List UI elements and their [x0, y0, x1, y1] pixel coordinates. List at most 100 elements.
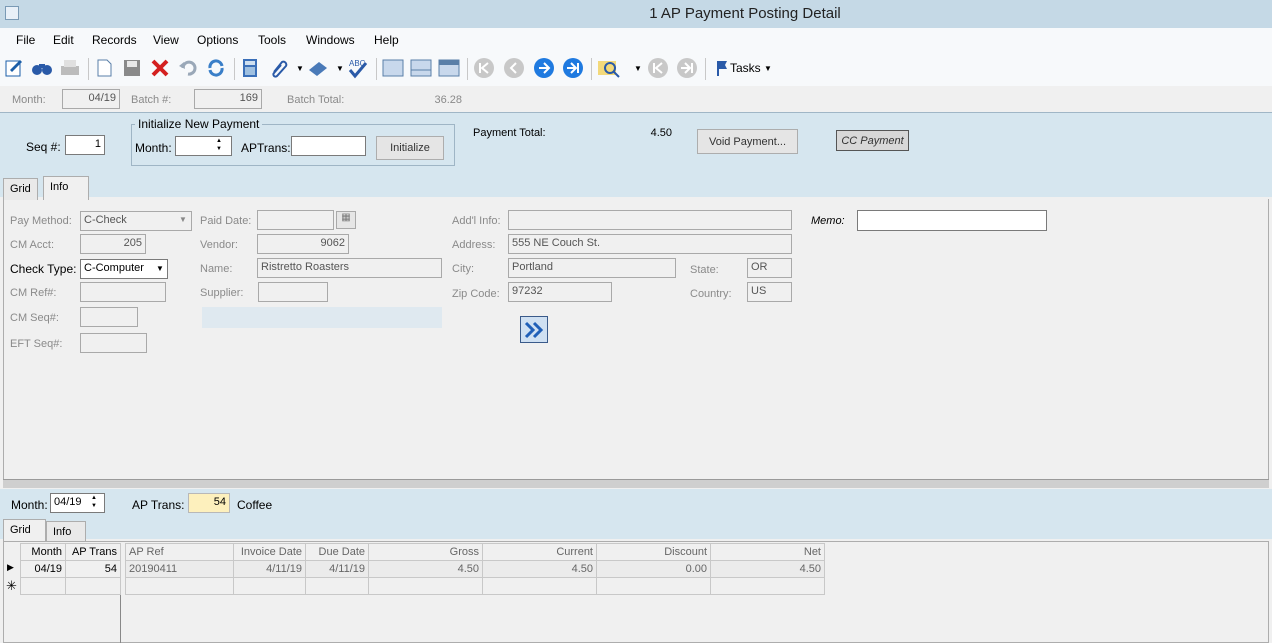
col-month-header[interactable]: Month: [20, 543, 66, 561]
address-field[interactable]: 555 NE Couch St.: [508, 234, 792, 254]
memo-label: Memo:: [811, 215, 845, 227]
tab-grid-bottom[interactable]: Grid: [3, 519, 46, 543]
lower-aptrans-field[interactable]: 54: [188, 493, 230, 513]
col-invoice-date-header[interactable]: Invoice Date: [233, 543, 306, 561]
cell-discount[interactable]: 0.00: [596, 560, 711, 578]
new-record-icon[interactable]: [92, 56, 116, 80]
cm-ref-label: CM Ref#:: [10, 287, 57, 299]
first-record-icon[interactable]: [472, 56, 496, 80]
col-aptrans-header[interactable]: AP Trans: [65, 543, 121, 561]
cell-due-date[interactable]: 4/11/19: [305, 560, 369, 578]
menu-tools[interactable]: Tools: [258, 33, 286, 47]
col-apref-header[interactable]: AP Ref: [125, 543, 234, 561]
col-net-header[interactable]: Net: [710, 543, 825, 561]
delete-icon[interactable]: [148, 56, 172, 80]
col-due-date-header[interactable]: Due Date: [305, 543, 369, 561]
save-icon[interactable]: [120, 56, 144, 80]
memo-field[interactable]: [857, 210, 1047, 231]
new-table-row[interactable]: [125, 577, 825, 595]
cm-ref-field[interactable]: [80, 282, 166, 302]
vendor-field[interactable]: 9062: [257, 234, 349, 254]
menu-help[interactable]: Help: [374, 33, 399, 47]
layout-single-icon[interactable]: [381, 56, 405, 80]
col-gross-header[interactable]: Gross: [368, 543, 483, 561]
table-row[interactable]: 04/19 54: [20, 560, 121, 578]
menu-file[interactable]: File: [16, 33, 35, 47]
double-chevron-right-icon[interactable]: [520, 316, 548, 343]
cell-current[interactable]: 4.50: [482, 560, 597, 578]
cell-gross[interactable]: 4.50: [368, 560, 483, 578]
pay-method-select[interactable]: C-Check: [80, 211, 192, 231]
lookup-icon[interactable]: [597, 56, 621, 80]
initialize-group-title: Initialize New Payment: [135, 117, 263, 131]
printer-icon[interactable]: [58, 56, 82, 80]
name-field[interactable]: Ristretto Roasters: [257, 258, 442, 278]
paid-date-field[interactable]: [257, 210, 334, 230]
undo-icon[interactable]: [176, 56, 200, 80]
cell-aptrans[interactable]: 54: [65, 560, 121, 578]
cell-apref[interactable]: 20190411: [125, 560, 234, 578]
batch-field[interactable]: 169: [194, 89, 262, 109]
calendar-icon[interactable]: ▦: [336, 211, 356, 229]
tab-info-top[interactable]: Info: [43, 176, 89, 200]
zip-field[interactable]: 97232: [508, 282, 612, 302]
supplier-field[interactable]: [258, 282, 328, 302]
toolbar: ▼ ▼ ABC ▼ Tasks ▼: [0, 52, 1272, 86]
init-aptrans-field[interactable]: [291, 136, 366, 156]
table-row[interactable]: 20190411 4/11/19 4/11/19 4.50 4.50 0.00 …: [125, 560, 825, 578]
cell-month[interactable]: 04/19: [20, 560, 66, 578]
chevron-down-icon: ▼: [179, 215, 187, 224]
spellcheck-icon[interactable]: ABC: [346, 56, 370, 80]
next-record-icon[interactable]: [532, 56, 556, 80]
previous-record-icon[interactable]: [502, 56, 526, 80]
cm-seq-label: CM Seq#:: [10, 312, 59, 324]
menu-records[interactable]: Records: [92, 33, 137, 47]
country-field[interactable]: US: [747, 282, 792, 302]
cm-seq-field[interactable]: [80, 307, 138, 327]
city-field[interactable]: Portland: [508, 258, 676, 278]
last-record-icon[interactable]: [561, 56, 585, 80]
cell-invoice-date[interactable]: 4/11/19: [233, 560, 306, 578]
calculator-icon[interactable]: [238, 56, 262, 80]
scanner-icon[interactable]: [306, 56, 330, 80]
tab-grid-top[interactable]: Grid: [3, 178, 38, 200]
addl-info-field[interactable]: [508, 210, 792, 230]
col-current-header[interactable]: Current: [482, 543, 597, 561]
state-field[interactable]: OR: [747, 258, 792, 278]
init-month-spinner[interactable]: [175, 136, 232, 156]
void-payment-button[interactable]: Void Payment...: [697, 129, 798, 154]
menu-options[interactable]: Options: [197, 33, 238, 47]
cm-acct-field[interactable]: 205: [80, 234, 146, 254]
menu-windows[interactable]: Windows: [306, 33, 355, 47]
attachment-icon[interactable]: [266, 56, 290, 80]
refresh-icon[interactable]: [204, 56, 228, 80]
spinner-arrows-icon[interactable]: ▲ ▼: [91, 494, 97, 510]
layout-top-icon[interactable]: [437, 56, 461, 80]
tasks-menu[interactable]: Tasks: [730, 61, 761, 75]
month-label: Month:: [12, 94, 46, 106]
menu-view[interactable]: View: [153, 33, 179, 47]
initialize-button[interactable]: Initialize: [376, 136, 444, 160]
binoculars-icon[interactable]: [30, 56, 54, 80]
new-table-row[interactable]: [20, 577, 121, 595]
cc-payment-button[interactable]: CC Payment: [836, 130, 909, 151]
splitter[interactable]: [3, 479, 1269, 488]
month-field[interactable]: 04/19: [62, 89, 120, 109]
detail-grid: AP Ref Invoice Date Due Date Gross Curre…: [125, 543, 825, 595]
col-discount-header[interactable]: Discount: [596, 543, 711, 561]
eft-seq-field[interactable]: [80, 333, 147, 353]
batch-total-value: 36.28: [434, 94, 462, 106]
first-line-icon[interactable]: [646, 56, 670, 80]
menu-edit[interactable]: Edit: [53, 33, 74, 47]
name-label: Name:: [200, 263, 233, 275]
last-line-icon[interactable]: [675, 56, 699, 80]
edit-record-icon[interactable]: [2, 56, 26, 80]
cell-net[interactable]: 4.50: [710, 560, 825, 578]
seq-field[interactable]: 1: [65, 135, 105, 155]
check-type-select[interactable]: C-Computer: [80, 259, 168, 279]
spinner-arrows-icon[interactable]: ▲ ▼: [216, 137, 222, 153]
eft-seq-label: EFT Seq#:: [10, 338, 63, 350]
tab-info-bottom[interactable]: Info: [46, 521, 86, 543]
layout-split-icon[interactable]: [409, 56, 433, 80]
chevron-down-icon: ▼: [156, 264, 164, 273]
